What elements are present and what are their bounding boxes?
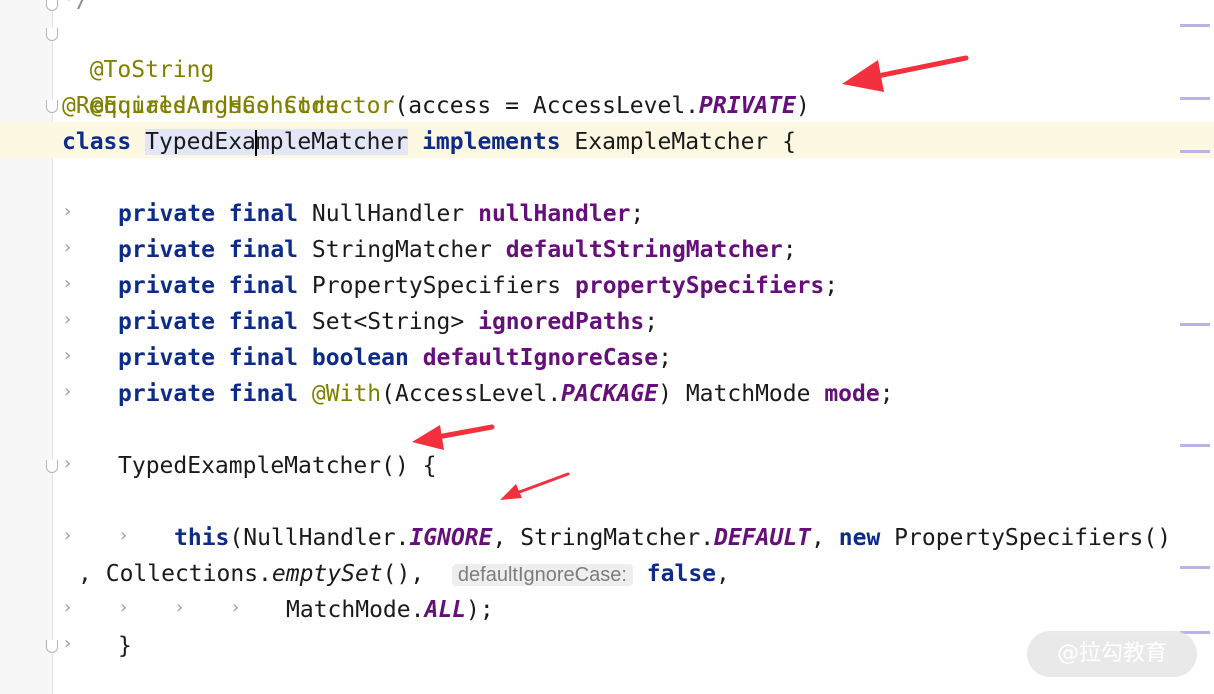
- watermark: @拉勾教育: [1027, 631, 1197, 677]
- red-arrow-annotation: [500, 472, 570, 500]
- annotation-arrows: [412, 55, 969, 500]
- red-arrow-annotation: [842, 55, 969, 92]
- red-arrow-annotation: [412, 424, 495, 450]
